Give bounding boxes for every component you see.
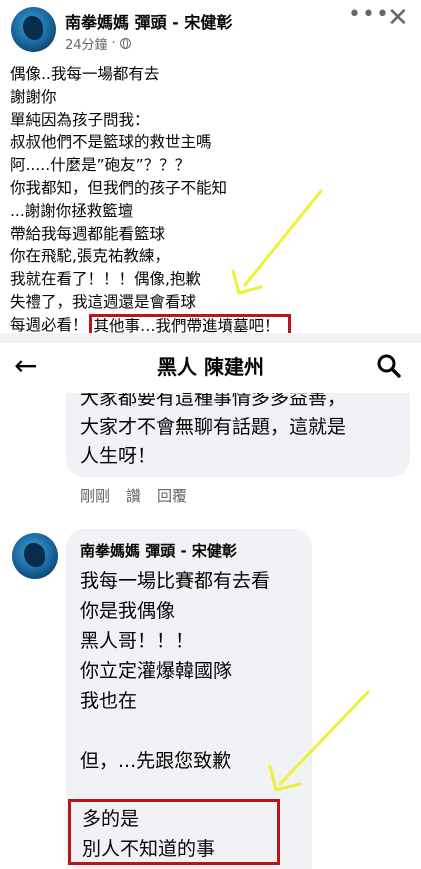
comment-line: 大家才不會無聊有話題，這就是 [80, 416, 347, 438]
highlight-box-comment: 多的是 別人不知道的事 [68, 799, 280, 865]
comment-time: 剛剛 [80, 487, 111, 505]
comment-line: 多的是 [82, 808, 140, 830]
author-avatar[interactable] [11, 7, 56, 52]
commenter-avatar[interactable] [12, 533, 58, 579]
comment-line: 別人不知道的事 [82, 838, 216, 860]
post-line: ...謝謝你拯救籃壇 [10, 201, 134, 220]
comment-text: 我每一場比賽都有去看 你是我偶像 黑人哥！！！ 你立定灌爆韓國隊 我也在 但，.… [80, 566, 270, 776]
commenter-name[interactable]: 南拳媽媽 彈頭 - 宋健彰 [80, 540, 237, 561]
post-line: 失禮了，我這週還是會看球 [10, 292, 197, 311]
comment-text: 大家都要有這種事情多多益善， 大家才不會無聊有話題，這就是 人生呀！ [80, 393, 346, 471]
post-time[interactable]: 24分鐘 [65, 34, 108, 53]
post-line: 叔叔他們不是籃球的救世主嗎 [10, 133, 212, 152]
close-icon[interactable]: ✕ [387, 3, 409, 33]
post-line: 謝謝你 [10, 87, 57, 106]
comment-line: 人生呀！ [80, 445, 157, 467]
comment-line: 大家都要有這種事情多多益善， [80, 393, 347, 409]
post-author-name[interactable]: 南拳媽媽 彈頭 - 宋健彰 [65, 9, 232, 33]
meta-separator: · [111, 36, 116, 51]
reply-button[interactable]: 回覆 [157, 485, 187, 506]
post-line: 你在飛駝,張克祐教練， [10, 247, 170, 266]
post-line: 偶像..我每一場都有去 [10, 65, 160, 83]
comment-line: 但，...先跟您致歉 [80, 750, 232, 772]
post-line: 阿.....什麼是”砲友”？？？ [10, 156, 191, 175]
comment-line: 你立定灌爆韓國隊 [80, 660, 233, 682]
comments-screen: ← 黑人 陳建州 大家都要有這種事情多多益善， 大家才不會無聊有話題，這就是 人… [0, 343, 421, 869]
post-line: 你我都知，但我們的孩子不能知 [10, 178, 228, 197]
comment-bubble: 大家都要有這種事情多多益善， 大家才不會無聊有話題，這就是 人生呀！ [66, 393, 410, 477]
search-icon[interactable] [376, 353, 402, 379]
comment-line [80, 716, 270, 746]
like-button[interactable]: 讚 [126, 485, 141, 506]
comment-line: 我也在 [80, 690, 138, 712]
post-meta: 24分鐘 · [65, 34, 131, 53]
comment-line: 黑人哥！！！ [80, 630, 195, 652]
comments-header-title: 黑人 陳建州 [157, 355, 264, 379]
post-line: 單純因為孩子問我： [10, 110, 150, 129]
comment-line: 我每一場比賽都有去看 [80, 570, 271, 592]
more-icon[interactable]: ••• [348, 2, 390, 27]
post-line: 帶給我每週都能看籃球 [10, 224, 166, 243]
comment-actions: 剛剛 讚 回覆 [80, 485, 187, 506]
section-divider [0, 333, 421, 343]
comment-line: 你是我偶像 [80, 600, 176, 622]
facebook-post: 南拳媽媽 彈頭 - 宋健彰 24分鐘 · ••• ✕ 偶像..我每一場都有去 謝… [0, 0, 421, 337]
post-body: 偶像..我每一場都有去 謝謝你 單純因為孩子問我： 叔叔他們不是籃球的救世主嗎 … [10, 63, 291, 337]
globe-icon [119, 38, 131, 49]
post-line: 我就在看了！！！偶像,抱歉 [10, 270, 201, 289]
